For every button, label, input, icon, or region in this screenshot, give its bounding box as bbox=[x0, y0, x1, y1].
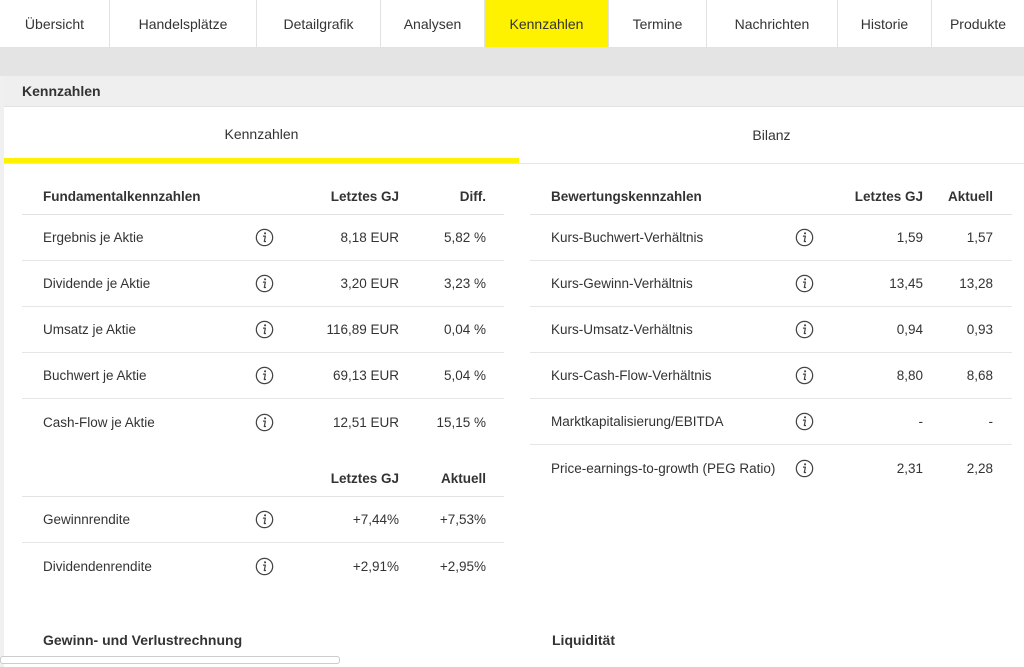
row-label: Cash-Flow je Aktie bbox=[43, 414, 155, 430]
table-row: Kurs-Umsatz-Verhältnis 0,94 0,93 bbox=[530, 307, 1012, 353]
value-second: 2,28 bbox=[966, 460, 993, 476]
bewertung-table: Bewertungskennzahlen Letztes GJ Aktuell … bbox=[530, 179, 1012, 491]
row-label: Marktkapitalisierung/EBITDA bbox=[551, 414, 724, 429]
info-icon[interactable] bbox=[785, 412, 823, 431]
sub-tab-bar: Kennzahlen Bilanz bbox=[4, 107, 1024, 164]
value-last: +7,44% bbox=[352, 512, 399, 527]
info-icon[interactable] bbox=[785, 366, 823, 385]
row-label: Ergebnis je Aktie bbox=[43, 230, 144, 245]
value-last: 69,13 EUR bbox=[332, 368, 399, 383]
value-second: 5,82 % bbox=[443, 230, 486, 245]
info-icon[interactable] bbox=[227, 557, 302, 576]
status-tooltip bbox=[0, 656, 340, 664]
value-last: 8,18 EUR bbox=[340, 230, 399, 245]
value-second: 8,68 bbox=[966, 368, 993, 383]
header-diff: Diff. bbox=[459, 189, 486, 204]
header-letztes-gj: Letztes GJ bbox=[854, 189, 923, 204]
row-label: Price-earnings-to-growth (PEG Ratio) bbox=[551, 460, 776, 476]
value-second: +2,95% bbox=[439, 558, 486, 574]
header-letztes-gj: Letztes GJ bbox=[330, 471, 399, 486]
value-second: 5,04 % bbox=[443, 368, 486, 383]
info-icon[interactable] bbox=[227, 510, 302, 529]
row-label: Gewinnrendite bbox=[43, 512, 131, 527]
info-icon[interactable] bbox=[785, 320, 823, 339]
value-last: - bbox=[918, 414, 924, 429]
header-bewertung: Bewertungskennzahlen bbox=[551, 189, 702, 204]
table-row: Umsatz je Aktie 116,89 EUR 0,04 % bbox=[22, 307, 504, 353]
info-icon[interactable] bbox=[227, 413, 302, 432]
row-label: Kurs-Gewinn-Verhältnis bbox=[551, 276, 693, 291]
value-last: 12,51 EUR bbox=[332, 414, 399, 430]
info-icon[interactable] bbox=[785, 274, 823, 293]
value-last: 2,31 bbox=[896, 460, 923, 476]
row-label: Umsatz je Aktie bbox=[43, 322, 137, 337]
value-second: 13,28 bbox=[959, 276, 993, 291]
table-row: Kurs-Cash-Flow-Verhältnis 8,80 8,68 bbox=[530, 353, 1012, 399]
info-icon[interactable] bbox=[227, 320, 302, 339]
row-label: Dividende je Aktie bbox=[43, 276, 151, 291]
value-last: 3,20 EUR bbox=[340, 276, 399, 291]
value-last: 1,59 bbox=[896, 230, 923, 245]
info-icon[interactable] bbox=[227, 366, 302, 385]
tab-uebersicht[interactable]: Übersicht bbox=[0, 0, 110, 47]
header-aktuell: Aktuell bbox=[440, 471, 486, 486]
value-last: 0,94 bbox=[896, 322, 923, 337]
gewinn-verlust-title: Gewinn- und Verlustrechnung bbox=[43, 632, 243, 648]
liquiditaet-title: Liquidität bbox=[552, 632, 615, 648]
table-row: Cash-Flow je Aktie 12,51 EUR 15,15 % bbox=[22, 399, 504, 445]
subtab-kennzahlen[interactable]: Kennzahlen bbox=[4, 107, 519, 163]
info-icon[interactable] bbox=[785, 459, 823, 478]
table-row: Price-earnings-to-growth (PEG Ratio) 2,31… bbox=[530, 445, 1012, 491]
table-row: Marktkapitalisierung/EBITDA - - bbox=[530, 399, 1012, 445]
header-fundamental: Fundamentalkennzahlen bbox=[43, 189, 201, 204]
table-row: Dividende je Aktie 3,20 EUR 3,23 % bbox=[22, 261, 504, 307]
table-row: Ergebnis je Aktie 8,18 EUR 5,82 % bbox=[22, 215, 504, 261]
tab-termine[interactable]: Termine bbox=[609, 0, 707, 47]
subtab-bilanz[interactable]: Bilanz bbox=[519, 107, 1024, 163]
value-second: +7,53% bbox=[439, 512, 486, 527]
value-second: 15,15 % bbox=[436, 414, 486, 430]
row-label: Kurs-Umsatz-Verhältnis bbox=[551, 322, 693, 337]
bewertung-header: Bewertungskennzahlen Letztes GJ Aktuell bbox=[530, 179, 1012, 215]
table-row: Gewinnrendite +7,44% +7,53% bbox=[22, 497, 504, 543]
value-last: 116,89 EUR bbox=[326, 322, 399, 337]
info-icon[interactable] bbox=[227, 228, 302, 247]
table-row: Dividendenrendite +2,91% +2,95% bbox=[22, 543, 504, 589]
tab-analysen[interactable]: Analysen bbox=[381, 0, 485, 47]
tab-historie[interactable]: Historie bbox=[838, 0, 932, 47]
info-icon[interactable] bbox=[785, 228, 823, 247]
tab-nachrichten[interactable]: Nachrichten bbox=[707, 0, 838, 47]
table-row: Buchwert je Aktie 69,13 EUR 5,04 % bbox=[22, 353, 504, 399]
kennzahlen-panel: Kennzahlen Bilanz Fundamentalkennzahlen … bbox=[4, 107, 1024, 667]
fundamental-header: Fundamentalkennzahlen Letztes GJ Diff. bbox=[22, 179, 504, 215]
row-label: Dividendenrendite bbox=[43, 558, 152, 574]
tab-handelsplaetze[interactable]: Handelsplätze bbox=[110, 0, 257, 47]
tab-produkte[interactable]: Produkte bbox=[932, 0, 1024, 47]
value-second: 1,57 bbox=[966, 230, 993, 245]
section-title: Kennzahlen bbox=[4, 76, 1024, 107]
value-second: 0,04 % bbox=[443, 322, 486, 337]
top-tab-bar: Übersicht Handelsplätze Detailgrafik Ana… bbox=[0, 0, 1024, 48]
table-row: Kurs-Gewinn-Verhältnis 13,45 13,28 bbox=[530, 261, 1012, 307]
value-last: +2,91% bbox=[352, 558, 399, 574]
value-second: - bbox=[988, 414, 994, 429]
row-label: Kurs-Buchwert-Verhältnis bbox=[551, 230, 704, 245]
tab-kennzahlen[interactable]: Kennzahlen bbox=[485, 0, 609, 47]
rendite-header: Letztes GJ Aktuell bbox=[22, 461, 504, 497]
value-last: 8,80 bbox=[896, 368, 923, 383]
header-aktuell: Aktuell bbox=[947, 189, 993, 204]
info-icon[interactable] bbox=[227, 274, 302, 293]
rendite-table: Letztes GJ Aktuell Gewinnrendite +7,44% +7… bbox=[22, 461, 504, 589]
row-label: Kurs-Cash-Flow-Verhältnis bbox=[551, 368, 712, 383]
row-label: Buchwert je Aktie bbox=[43, 368, 147, 383]
value-second: 0,93 bbox=[966, 322, 993, 337]
value-last: 13,45 bbox=[889, 276, 923, 291]
table-row: Kurs-Buchwert-Verhältnis 1,59 1,57 bbox=[530, 215, 1012, 261]
fundamental-table: Fundamentalkennzahlen Letztes GJ Diff. E… bbox=[22, 179, 504, 445]
header-letztes-gj: Letztes GJ bbox=[330, 189, 399, 204]
tab-detailgrafik[interactable]: Detailgrafik bbox=[257, 0, 381, 47]
spacer-band bbox=[0, 48, 1024, 76]
value-second: 3,23 % bbox=[443, 276, 486, 291]
